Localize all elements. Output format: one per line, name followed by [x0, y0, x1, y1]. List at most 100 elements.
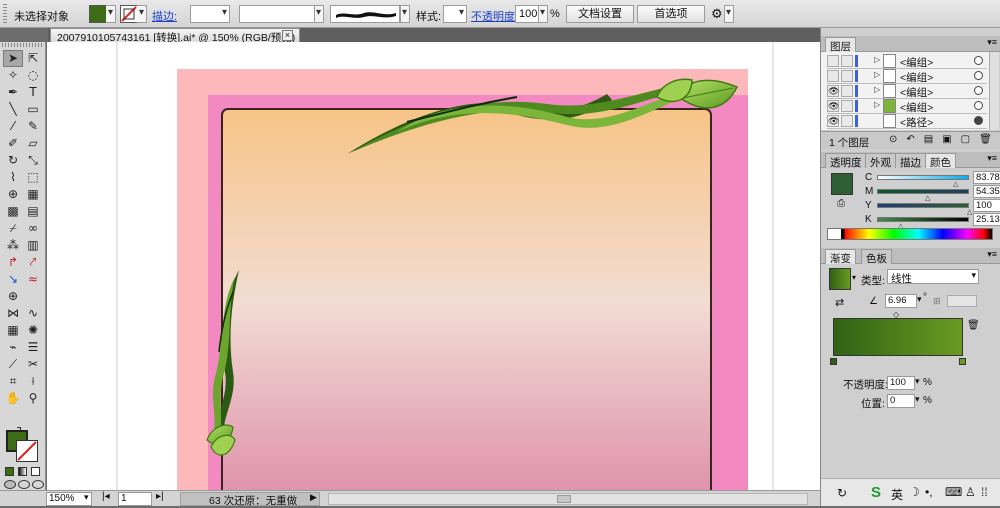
free-transform-tool-icon[interactable]: ⬚ — [23, 169, 43, 186]
visibility-icon[interactable]: 👁 — [827, 85, 839, 97]
lock-icon[interactable] — [841, 55, 853, 67]
expand-icon[interactable]: ▷ — [874, 85, 880, 94]
gradient-ramp[interactable] — [833, 318, 963, 356]
grid-tool-icon[interactable]: ▦ — [3, 322, 23, 339]
eraser-tool-icon[interactable]: ▱ — [23, 135, 43, 152]
black-value[interactable]: 25.13 — [973, 213, 1000, 226]
expand-icon[interactable]: ▷ — [874, 70, 880, 79]
warp-tool-icon[interactable]: ⌇ — [3, 169, 23, 186]
scale-tool-icon[interactable]: ⤡ — [23, 152, 43, 169]
visibility-icon[interactable]: 👁 — [827, 115, 839, 127]
variable-width-dropdown[interactable] — [314, 5, 324, 23]
stop-location-dropdown-icon[interactable]: ▾ — [915, 394, 920, 405]
lock-icon[interactable] — [841, 85, 853, 97]
page-field[interactable]: 1 — [118, 492, 152, 506]
rotate-tool-icon[interactable]: ↻ — [3, 152, 23, 169]
user-icon[interactable]: ♙ — [965, 485, 976, 499]
stroke-weight-dropdown[interactable] — [190, 5, 230, 23]
tab-appearance[interactable]: 外观 — [865, 153, 896, 169]
gradient-stop-start[interactable] — [830, 358, 837, 365]
tab-stroke[interactable]: 描边 — [895, 153, 926, 169]
gradient-mode-icon[interactable] — [18, 467, 27, 476]
crosshair-tool-icon[interactable]: ⊕ — [3, 288, 23, 305]
current-color-swatch[interactable] — [831, 173, 853, 195]
width-tool-icon[interactable]: ↘ — [3, 271, 23, 288]
rectangle-tool-icon[interactable]: ▭ — [23, 101, 43, 118]
aspect-ratio-field[interactable] — [947, 295, 977, 307]
opacity-dropdown[interactable] — [538, 5, 548, 23]
zoom-tool-icon[interactable]: ⚲ — [23, 390, 43, 407]
tab-layers[interactable]: 图层 — [825, 37, 856, 53]
preferences-button[interactable]: 首选项 — [637, 5, 705, 23]
layer-row[interactable]: ▷ <编组> — [827, 69, 987, 84]
align-options-dropdown[interactable] — [724, 5, 734, 23]
list-tool-icon[interactable]: ☰ — [23, 339, 43, 356]
magenta-slider[interactable]: M △ 54.35 — [865, 185, 1000, 202]
none-mode-icon[interactable] — [31, 467, 40, 476]
status-menu-icon[interactable]: ▶ — [310, 492, 317, 503]
perspective-grid-tool-icon[interactable]: ▦ — [23, 186, 43, 203]
next-page-icon[interactable]: ▸| — [156, 491, 164, 502]
measure-tool-icon[interactable]: ⟊ — [23, 373, 43, 390]
rectangle-frame-tool-icon[interactable]: ⋈ — [3, 305, 23, 322]
ime-language[interactable]: 英 — [891, 486, 903, 503]
visibility-icon[interactable] — [827, 70, 839, 82]
scissors-tool-icon[interactable]: ✂ — [23, 356, 43, 373]
crop-tool-icon[interactable]: ⌗ — [3, 373, 23, 390]
color-mode-icon[interactable] — [5, 467, 14, 476]
direct-selection-tool-icon[interactable]: ⇱ — [23, 50, 43, 67]
layers-scrollbar[interactable] — [989, 52, 999, 130]
layer-actions-icons[interactable]: ⊙↶▤▣▢🗑 — [889, 134, 1000, 145]
magenta-value[interactable]: 54.35 — [973, 185, 1000, 198]
path-tool-icon[interactable]: ⌁ — [3, 339, 23, 356]
draw-normal-icon[interactable] — [4, 480, 16, 489]
selection-tool-icon[interactable]: ➤ — [3, 50, 23, 67]
flare-tool-icon[interactable]: ✺ — [23, 322, 43, 339]
mesh-tool-icon[interactable]: ▩ — [3, 203, 23, 220]
paintbrush-tool-icon[interactable]: ⁄ — [3, 118, 23, 135]
tools-panel-grip[interactable] — [2, 43, 44, 47]
gradient-type-select[interactable]: 线性 ▾ — [887, 269, 979, 285]
tab-color[interactable]: 颜色 — [925, 153, 956, 169]
blob-brush-tool-icon[interactable]: ✐ — [3, 135, 23, 152]
stop-opacity-field[interactable]: 100 — [887, 376, 915, 390]
scrollbar-thumb[interactable] — [557, 495, 571, 503]
opacity-link[interactable]: 不透明度: — [471, 8, 518, 24]
cyan-slider[interactable]: C △ 83.78 — [865, 171, 1000, 188]
document-tab[interactable]: 2007910105743161 [转换].ai* @ 150% (RGB/预览… — [50, 28, 300, 44]
reverse-gradient-icon[interactable]: ⇄ — [835, 296, 844, 309]
gradient-stop-end[interactable] — [959, 358, 966, 365]
cyan-value[interactable]: 83.78 — [973, 171, 1000, 184]
panel-menu-icon[interactable]: ▾≡ — [987, 153, 997, 164]
symbol-sprayer-tool-icon[interactable]: ⁂ — [3, 237, 23, 254]
expand-icon[interactable]: ▷ — [874, 55, 880, 64]
blend-tool-icon[interactable]: ∞ — [23, 220, 43, 237]
column-graph-tool-icon[interactable]: ▥ — [23, 237, 43, 254]
document-setup-button[interactable]: 文档设置 — [566, 5, 634, 23]
target-icon[interactable] — [974, 116, 983, 125]
lock-icon[interactable] — [841, 100, 853, 112]
layer-row[interactable]: 👁 ▷ <编组> — [827, 99, 987, 114]
visibility-icon[interactable]: 👁 — [827, 100, 839, 112]
shape-builder-tool-icon[interactable]: ⊕ — [3, 186, 23, 203]
magic-wand-tool-icon[interactable]: ✧ — [3, 67, 23, 84]
close-tab-icon[interactable]: × — [282, 30, 293, 41]
eyedropper-tool-icon[interactable]: ⌿ — [3, 220, 23, 237]
hand-tool-icon[interactable]: ✋ — [3, 390, 23, 407]
expand-icon[interactable]: ▷ — [874, 100, 880, 109]
draw-behind-icon[interactable] — [18, 480, 30, 489]
color-spectrum-bar[interactable] — [827, 228, 993, 240]
wave-tool-icon[interactable]: ∿ — [23, 305, 43, 322]
out-of-gamut-icon[interactable]: ⎙ — [837, 198, 845, 209]
visibility-icon[interactable] — [827, 55, 839, 67]
reshape-tool-icon[interactable]: ≈ — [23, 271, 43, 288]
align-options-icon[interactable]: ⚙ — [711, 6, 723, 22]
stroke-dropdown[interactable] — [137, 5, 147, 23]
type-tool-icon[interactable]: T — [23, 84, 43, 101]
brush-dropdown[interactable] — [400, 5, 410, 23]
lock-icon[interactable] — [841, 70, 853, 82]
stop-location-field[interactable]: 0 — [887, 394, 915, 408]
stroke-link[interactable]: 描边: — [152, 8, 177, 24]
aspect-ratio-icon[interactable]: ⊞ — [933, 296, 941, 307]
delete-stop-icon[interactable]: 🗑 — [967, 320, 980, 331]
